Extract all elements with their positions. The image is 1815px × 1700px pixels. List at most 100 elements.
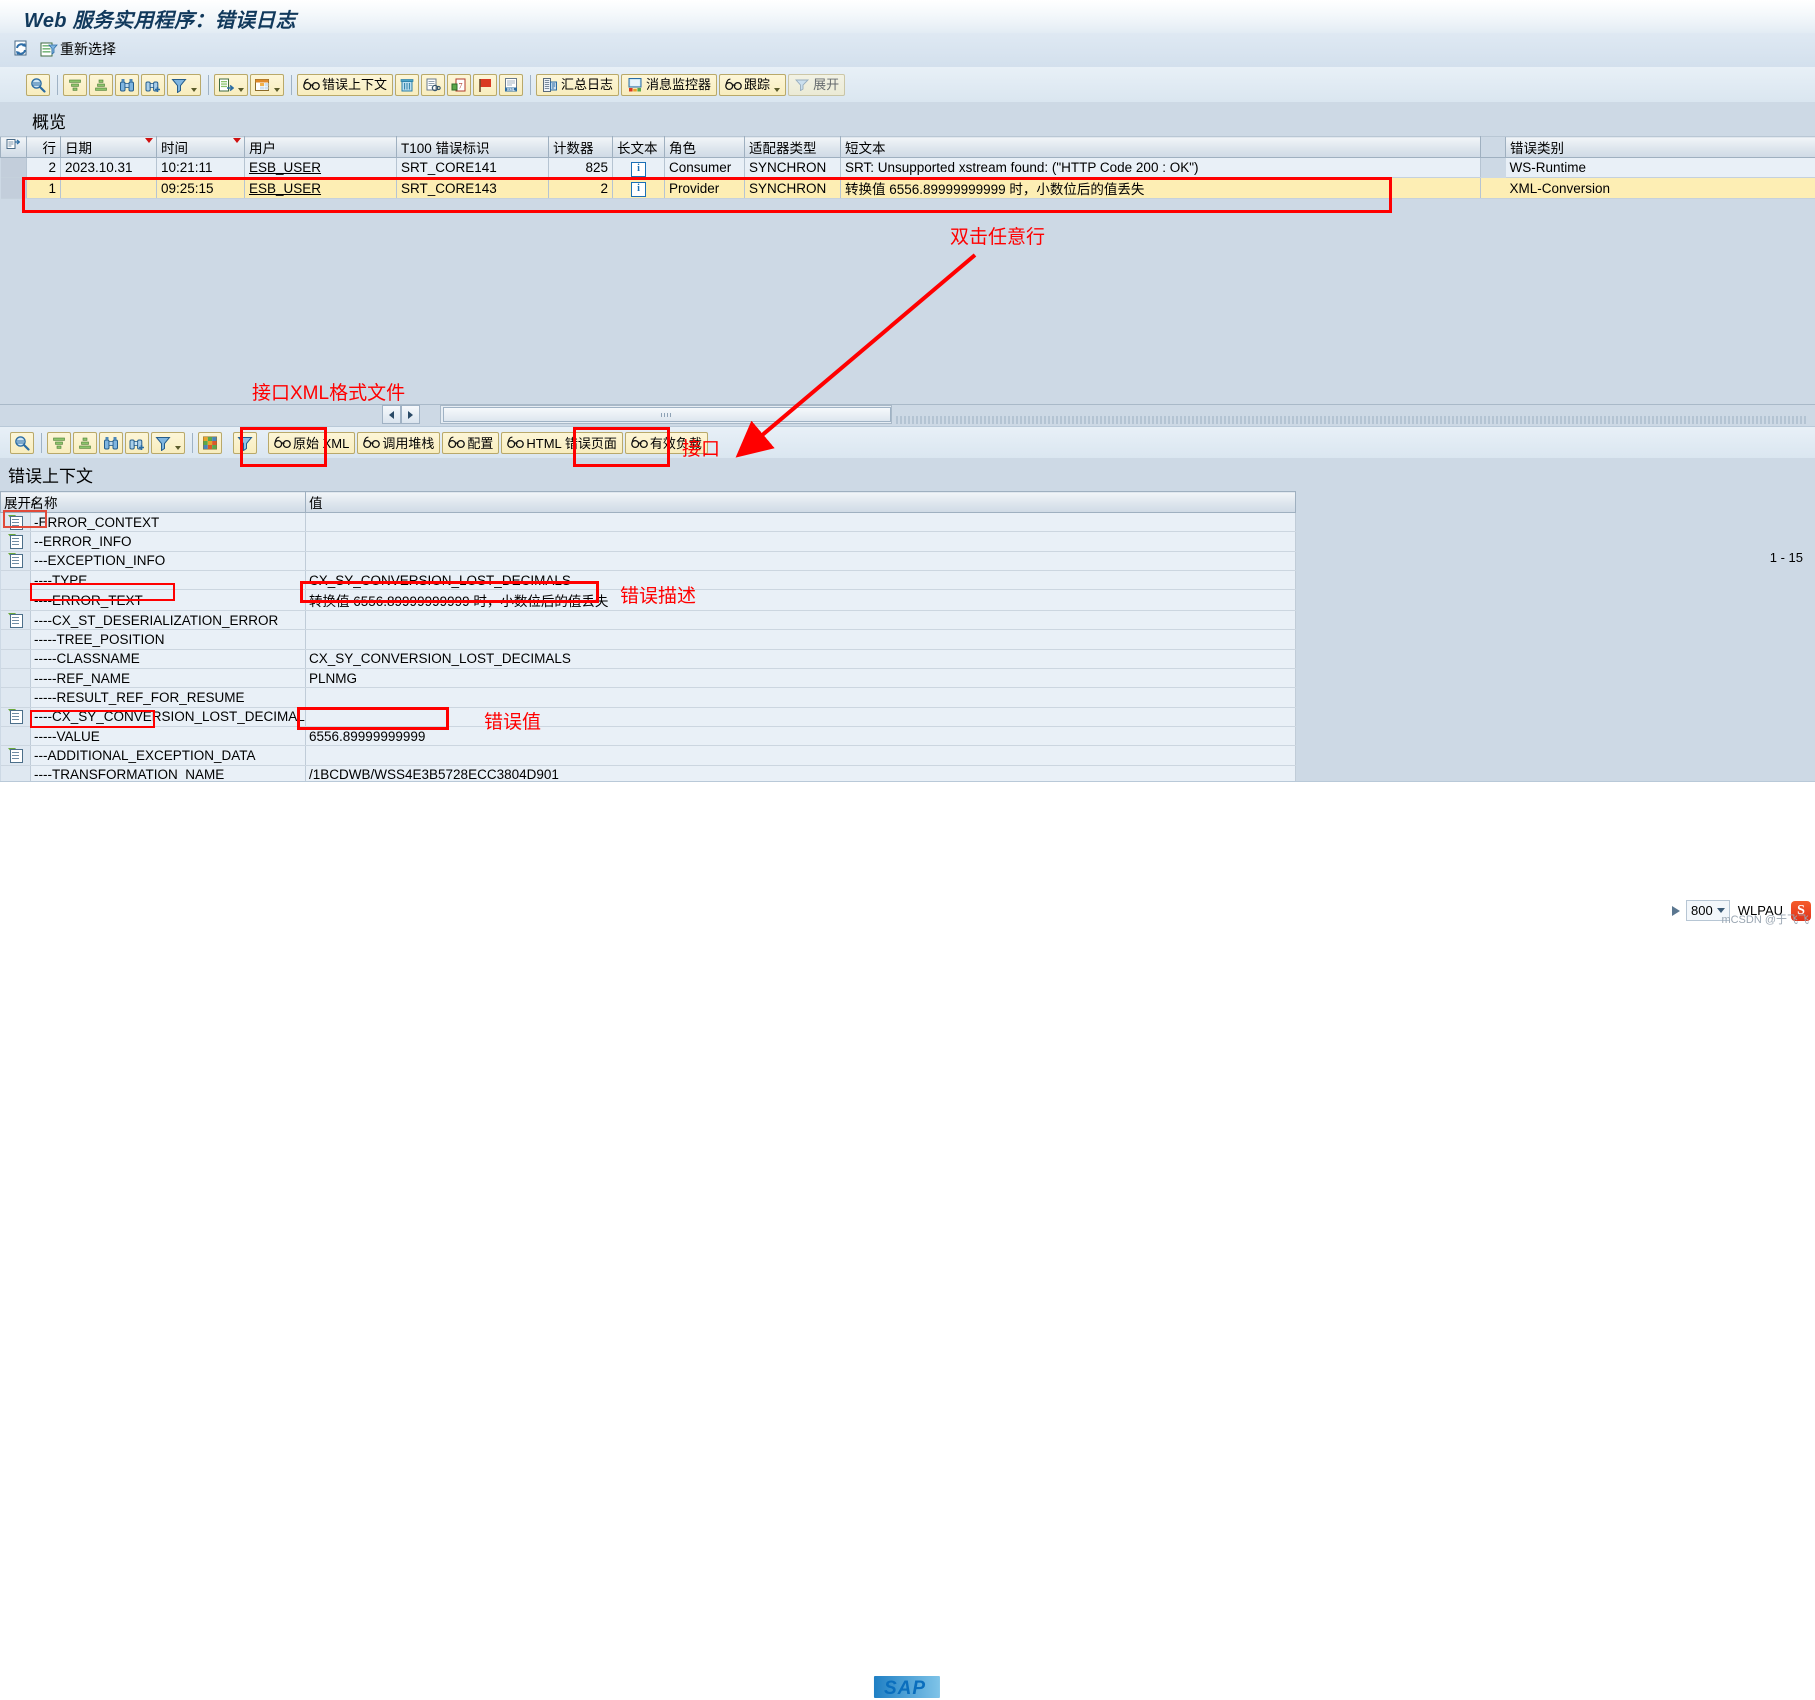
info-icon[interactable]: i xyxy=(631,162,646,177)
column-header-name[interactable]: 名称 xyxy=(31,492,306,513)
cell-role: Consumer xyxy=(665,158,745,178)
tree-node-icon[interactable] xyxy=(8,613,23,627)
detail-toolbar-detail-view-button[interactable] xyxy=(10,432,34,454)
glasses-icon xyxy=(303,77,319,93)
tree-row[interactable]: ----TRANSFORMATION_NAME/1BCDWB/WSS4E3B57… xyxy=(1,765,1296,781)
scroll-left-button[interactable] xyxy=(382,405,401,424)
column-header-select[interactable] xyxy=(1,137,27,158)
tree-node-icon[interactable] xyxy=(8,553,23,567)
scrollbar-grip xyxy=(661,413,673,417)
toolbar-error-context-button[interactable]: 错误上下文 xyxy=(297,74,393,96)
column-header-t100[interactable]: T100 错误标识 xyxy=(397,137,549,158)
detail-toolbar-filter-blue-button[interactable] xyxy=(233,432,257,454)
toolbar-sort-ascending-button[interactable] xyxy=(63,74,87,96)
tree-expand-cell[interactable] xyxy=(1,513,31,532)
tree-node-icon[interactable] xyxy=(8,515,23,529)
tree-expand-cell[interactable] xyxy=(1,611,31,630)
horizontal-scrollbar[interactable] xyxy=(440,405,892,424)
tree-row[interactable]: ----CX_SY_CONVERSION_LOST_DECIMALS xyxy=(1,707,1296,726)
toolbar-find-next-button[interactable] xyxy=(141,74,165,96)
column-header-longtext[interactable]: 长文本 xyxy=(613,137,665,158)
tree-row[interactable]: -----RESULT_REF_FOR_RESUME xyxy=(1,688,1296,707)
cell-user-link[interactable]: ESB_USER xyxy=(249,181,321,196)
refresh-button[interactable] xyxy=(12,39,28,55)
tree-row[interactable]: ---ADDITIONAL_EXCEPTION_DATA xyxy=(1,746,1296,765)
toolbar-export-button[interactable] xyxy=(214,74,248,96)
cell-long-text[interactable]: i xyxy=(613,178,665,199)
column-header-error-category[interactable]: 错误类别 xyxy=(1506,137,1815,158)
play-icon[interactable] xyxy=(1672,906,1680,916)
toolbar-summary-log-button[interactable]: 汇总日志 xyxy=(536,74,619,96)
html-error-page-button[interactable]: HTML 错误页面 xyxy=(501,432,623,454)
toolbar-flag-button[interactable] xyxy=(473,74,497,96)
raw-xml-button[interactable]: 原始 XML xyxy=(268,432,355,454)
column-header-gap xyxy=(1481,137,1506,158)
toolbar-sort-descending-button[interactable] xyxy=(89,74,113,96)
info-icon[interactable]: i xyxy=(631,182,646,197)
toolbar-trace-button[interactable]: 跟踪 xyxy=(719,74,786,96)
tree-node-icon[interactable] xyxy=(8,709,23,723)
tree-row[interactable]: -----CLASSNAMECX_SY_CONVERSION_LOST_DECI… xyxy=(1,649,1296,668)
toolbar-xml-button[interactable]: XML xyxy=(499,74,523,96)
cell-adapter-type: SYNCHRON xyxy=(745,178,841,199)
client-value: 800 xyxy=(1691,903,1713,918)
column-header-date[interactable]: 日期 xyxy=(61,137,157,158)
toolbar-layout-button[interactable] xyxy=(250,74,284,96)
detail-toolbar-find-next-button[interactable] xyxy=(125,432,149,454)
detail-toolbar-sort-descending-button[interactable] xyxy=(73,432,97,454)
toolbar-message-monitor-label: 消息监控器 xyxy=(646,78,711,91)
toolbar-note-button[interactable]: 7 xyxy=(447,74,471,96)
tree-value-cell xyxy=(306,611,1296,630)
cell-user[interactable]: ESB_USER xyxy=(245,158,397,178)
cell-user-link[interactable]: ESB_USER xyxy=(249,160,321,175)
toolbar-print-preview-button[interactable] xyxy=(421,74,445,96)
column-header-expand[interactable]: 展开/ xyxy=(1,492,31,513)
tree-row[interactable]: -----TREE_POSITION xyxy=(1,630,1296,649)
tree-expand-cell[interactable] xyxy=(1,746,31,765)
detail-toolbar-find-button[interactable] xyxy=(99,432,123,454)
row-select-cell[interactable] xyxy=(1,178,27,199)
reselect-button[interactable]: 重新选择 xyxy=(40,39,116,59)
glasses-icon xyxy=(274,435,290,451)
table-row[interactable]: 2 2023.10.31 10:21:11 ESB_USER SRT_CORE1… xyxy=(1,158,1815,178)
tree-row[interactable]: ---EXCEPTION_INFO xyxy=(1,551,1296,570)
detail-toolbar-sort-ascending-button[interactable] xyxy=(47,432,71,454)
tree-row[interactable]: ----CX_ST_DESERIALIZATION_ERROR xyxy=(1,611,1296,630)
tree-row[interactable]: --ERROR_INFO xyxy=(1,532,1296,551)
column-header-role[interactable]: 角色 xyxy=(665,137,745,158)
column-header-short-text[interactable]: 短文本 xyxy=(841,137,1481,158)
toolbar-delete-button[interactable] xyxy=(395,74,419,96)
detail-toolbar-filter-button[interactable] xyxy=(151,432,185,454)
tree-expand-cell[interactable] xyxy=(1,707,31,726)
tree-node-icon[interactable] xyxy=(8,534,23,548)
detail-toolbar-layout-grid-button[interactable] xyxy=(198,432,222,454)
scroll-right-button[interactable] xyxy=(401,405,420,424)
toolbar-detail-view-button[interactable] xyxy=(26,74,50,96)
cell-user[interactable]: ESB_USER xyxy=(245,178,397,199)
configuration-button[interactable]: 配置 xyxy=(442,432,499,454)
tree-row[interactable]: -----VALUE6556.89999999999 xyxy=(1,726,1296,745)
tree-row[interactable]: -ERROR_CONTEXT xyxy=(1,513,1296,532)
column-header-user[interactable]: 用户 xyxy=(245,137,397,158)
column-header-value[interactable]: 值 xyxy=(306,492,1296,513)
toolbar-message-monitor-button[interactable]: 消息监控器 xyxy=(621,74,717,96)
scrollbar-thumb[interactable] xyxy=(443,407,891,422)
column-header-adapter-type[interactable]: 适配器类型 xyxy=(745,137,841,158)
toolbar-expand-button[interactable]: 展开 xyxy=(788,74,845,96)
row-select-cell[interactable] xyxy=(1,158,27,178)
table-row[interactable]: 1 09:25:15 ESB_USER SRT_CORE143 2 i Prov… xyxy=(1,178,1815,199)
column-header-row[interactable]: 行 xyxy=(27,137,61,158)
column-header-time[interactable]: 时间 xyxy=(157,137,245,158)
tree-row[interactable]: -----REF_NAMEPLNMG xyxy=(1,669,1296,688)
column-header-counter[interactable]: 计数器 xyxy=(549,137,613,158)
cell-long-text[interactable]: i xyxy=(613,158,665,178)
tree-expand-cell[interactable] xyxy=(1,551,31,570)
call-stack-button[interactable]: 调用堆栈 xyxy=(357,432,440,454)
toolbar-filter-button[interactable] xyxy=(167,74,201,96)
tree-node-icon[interactable] xyxy=(8,748,23,762)
splitter-handle[interactable] xyxy=(896,416,1806,424)
toolbar-spacer xyxy=(224,432,233,454)
tree-value-cell xyxy=(306,532,1296,551)
tree-expand-cell[interactable] xyxy=(1,532,31,551)
toolbar-find-button[interactable] xyxy=(115,74,139,96)
